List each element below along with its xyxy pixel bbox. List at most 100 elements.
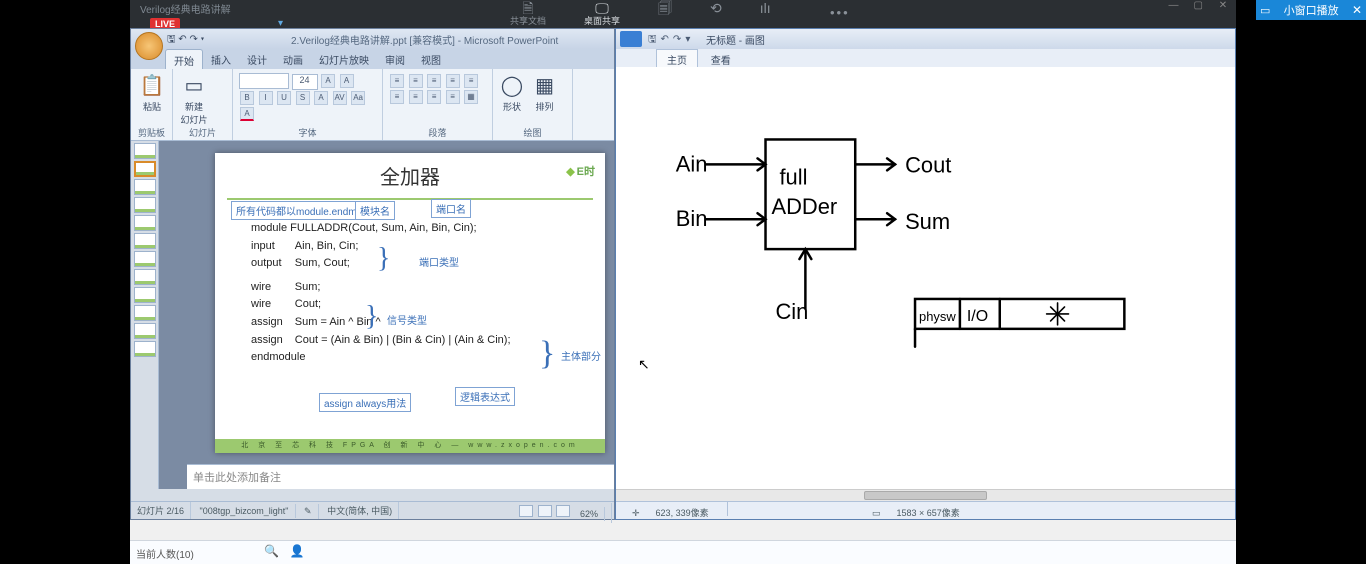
minimize-button[interactable]: — [1162, 0, 1184, 14]
zoom-level[interactable]: 62% [574, 507, 605, 521]
paint-titlebar[interactable]: 🖫↶↷▾ 无标题 - 画图 [616, 29, 1235, 49]
search-icon[interactable]: 🔍 [264, 544, 279, 558]
quick-access-toolbar[interactable]: 🖫 ↶ ↷ ▾ [167, 32, 204, 49]
notes-pane[interactable]: 单击此处添加备注 [187, 464, 614, 489]
thumb-8[interactable] [134, 269, 156, 285]
tab-review[interactable]: 审阅 [377, 49, 413, 69]
pip-icon: ▭ [1260, 4, 1270, 17]
label-block2: ADDer [771, 194, 837, 219]
powerpoint-window: 🖫 ↶ ↷ ▾ 2.Verilog经典电路讲解.ppt [兼容模式] - Mic… [130, 28, 615, 520]
shadow-button[interactable]: A [314, 91, 328, 105]
thumb-4[interactable] [134, 197, 156, 213]
annot-body: 主体部分 [557, 347, 605, 364]
indent-dec-button[interactable]: ≡ [427, 74, 441, 88]
annot-ports: 端口名 [431, 199, 471, 218]
align-justify-button[interactable]: ≡ [446, 90, 460, 104]
strike-button[interactable]: S [296, 91, 310, 105]
italic-button[interactable]: I [259, 91, 273, 105]
share-screen-button[interactable]: 🖵桌面共享 [584, 0, 620, 27]
view-normal-button[interactable] [519, 505, 533, 517]
annot-logic: 逻辑表达式 [455, 387, 515, 406]
pip-bar[interactable]: ▭ 小窗口播放 ✕ [1256, 0, 1366, 20]
thumb-6[interactable] [134, 233, 156, 249]
font-size-select[interactable]: 24 [292, 74, 318, 90]
thumb-9[interactable] [134, 287, 156, 303]
ribbon-tabs: 开始 插入 设计 动画 幻灯片放映 审阅 视图 [131, 49, 614, 69]
group-drawing: 绘图 [493, 126, 572, 139]
tab-insert[interactable]: 插入 [203, 49, 239, 69]
pip-close-button[interactable]: ✕ [1352, 3, 1362, 17]
bullets-button[interactable]: ≡ [390, 74, 404, 88]
underline-button[interactable]: U [277, 91, 291, 105]
maximize-button[interactable]: ▢ [1187, 0, 1209, 14]
case-button[interactable]: Aa [351, 91, 365, 105]
tab-anim[interactable]: 动画 [275, 49, 311, 69]
conference-toolbar: Verilog经典电路讲解 LIVE ▾ 🗎共享文档 🖵桌面共享 🗐 ⟲ ılı… [130, 0, 1236, 28]
tab-design[interactable]: 设计 [239, 49, 275, 69]
redo-icon[interactable]: ↷ [673, 34, 681, 45]
paint-menu-button[interactable] [620, 31, 642, 47]
align-center-button[interactable]: ≡ [409, 90, 423, 104]
tab-slideshow[interactable]: 幻灯片放映 [311, 49, 377, 69]
paint-hscroll[interactable] [616, 489, 1235, 501]
indent-inc-button[interactable]: ≡ [446, 74, 460, 88]
shrink-font-button[interactable]: A [340, 74, 354, 88]
numbering-button[interactable]: ≡ [409, 74, 423, 88]
font-color-button[interactable]: A [240, 107, 254, 121]
slide-thumbnails[interactable] [131, 141, 159, 489]
conference-title: Verilog经典电路讲解 [140, 1, 231, 16]
group-slides: 幻灯片 [173, 126, 232, 139]
close-button[interactable]: ✕ [1212, 0, 1234, 14]
arrange-button[interactable]: ▦排列 [530, 71, 560, 125]
view-sorter-button[interactable] [538, 505, 552, 517]
undo-icon[interactable]: ↶ [661, 34, 669, 45]
linespace-button[interactable]: ≡ [464, 74, 478, 88]
save-icon[interactable]: 🖫 [648, 34, 657, 45]
thumb-5[interactable] [134, 215, 156, 231]
participant-count: 当前人数(10) [136, 546, 194, 561]
columns-button[interactable]: ▦ [464, 90, 478, 104]
ppt-titlebar[interactable]: 🖫 ↶ ↷ ▾ 2.Verilog经典电路讲解.ppt [兼容模式] - Mic… [131, 29, 614, 49]
thumb-10[interactable] [134, 305, 156, 321]
share-doc-button[interactable]: 🗎共享文档 [510, 0, 546, 27]
slide-title: 全加器 [227, 153, 593, 200]
grow-font-button[interactable]: A [321, 74, 335, 88]
view-show-button[interactable] [556, 505, 570, 517]
group-font: 字体 [233, 126, 382, 139]
align-left-button[interactable]: ≡ [390, 90, 404, 104]
slide-area[interactable]: E时 全加器 所有代码都以module.endmodule 模块名 端口名 mo… [159, 141, 614, 489]
thumb-11[interactable] [134, 323, 156, 339]
slide: E时 全加器 所有代码都以module.endmodule 模块名 端口名 mo… [215, 153, 605, 453]
align-right-button[interactable]: ≡ [427, 90, 441, 104]
conf-nav-3[interactable]: ılı [760, 0, 771, 27]
scroll-thumb[interactable] [864, 491, 988, 500]
desktop-area: Verilog经典电路讲解 LIVE ▾ 🗎共享文档 🖵桌面共享 🗐 ⟲ ılı… [130, 0, 1236, 564]
brace-body: } [539, 335, 555, 373]
tab-view[interactable]: 视图 [413, 49, 449, 69]
bold-button[interactable]: B [240, 91, 254, 105]
brace-wires: } [365, 301, 378, 333]
more-button[interactable]: ••• [830, 5, 850, 20]
tab-home[interactable]: 开始 [165, 49, 203, 69]
shapes-button[interactable]: ◯形状 [497, 71, 527, 125]
window-buttons: — ▢ ✕ [1162, 0, 1234, 14]
thumb-2[interactable] [134, 161, 156, 177]
thumb-3[interactable] [134, 179, 156, 195]
paint-canvas[interactable]: Ain Bin Cin full ADDer Cout Sum physw I/… [616, 67, 1235, 501]
user-icon[interactable]: 👤 [290, 544, 305, 558]
paste-button[interactable]: 📋粘贴 [135, 71, 169, 125]
paint-tab-home[interactable]: 主页 [656, 49, 698, 69]
spacing-button[interactable]: AV [333, 91, 347, 105]
thumb-1[interactable] [134, 143, 156, 159]
font-family-select[interactable] [239, 73, 289, 89]
label-sum: Sum [905, 209, 950, 234]
bottom-panel: 当前人数(10) 🔍 👤 [130, 540, 1236, 564]
status-lang: 中文(简体, 中国) [321, 502, 399, 519]
office-button[interactable] [135, 32, 163, 60]
paint-qat[interactable]: 🖫↶↷▾ [646, 32, 692, 49]
thumb-7[interactable] [134, 251, 156, 267]
new-slide-button[interactable]: ▭新建 幻灯片 [177, 71, 211, 125]
conf-nav-1[interactable]: 🗐 [658, 0, 672, 27]
conf-nav-2[interactable]: ⟲ [710, 0, 722, 27]
thumb-12[interactable] [134, 341, 156, 357]
